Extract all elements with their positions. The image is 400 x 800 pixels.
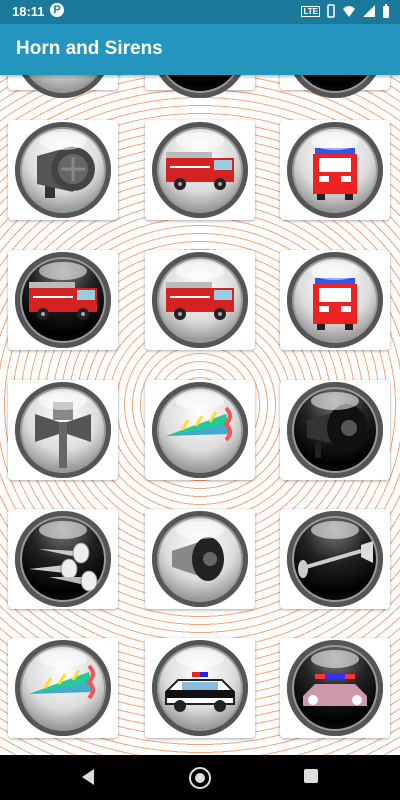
glare-highlight [39, 521, 87, 539]
vibrate-icon [327, 4, 335, 18]
back-icon[interactable] [82, 769, 94, 785]
sound-button-party-horn[interactable] [8, 638, 118, 738]
sound-button-police-car-night[interactable] [280, 638, 390, 738]
sound-button-megaphone[interactable] [145, 509, 255, 609]
sound-button-siren-speaker[interactable] [8, 120, 118, 220]
glare-highlight [39, 650, 87, 668]
sound-button-partial-light[interactable] [8, 75, 118, 98]
sound-button-party-horn[interactable] [145, 380, 255, 480]
glare-highlight [311, 132, 359, 150]
wifi-icon [343, 6, 355, 17]
sound-button-fire-truck-side[interactable] [145, 120, 255, 220]
party-horn-icon [15, 640, 111, 736]
sound-button-fire-truck-side[interactable] [145, 250, 255, 350]
police-car-night-icon [287, 640, 383, 736]
air-horns-icon [15, 511, 111, 607]
status-icons: LTE [301, 4, 390, 18]
glare-highlight [39, 392, 87, 410]
sound-button-pa-speaker-pole[interactable] [8, 380, 118, 480]
glare-highlight [176, 132, 224, 150]
horn-speaker-icon [287, 382, 383, 478]
sound-button-trumpet-horn[interactable] [280, 509, 390, 609]
siren-speaker-icon [15, 122, 111, 218]
partial-light-icon [15, 75, 111, 98]
pa-speaker-pole-icon [15, 382, 111, 478]
recents-icon[interactable] [304, 769, 318, 783]
navigation-bar [0, 755, 400, 800]
battery-icon [383, 4, 389, 18]
glare-highlight [311, 521, 359, 539]
fire-truck-side-icon [152, 252, 248, 348]
p-notification-icon: P [50, 3, 64, 17]
glare-highlight [176, 521, 224, 539]
home-icon[interactable] [189, 767, 211, 789]
glare-highlight [311, 650, 359, 668]
fire-truck-front-icon [287, 252, 383, 348]
glare-highlight [311, 262, 359, 280]
status-bar: 18:11 P LTE [0, 0, 400, 24]
glare-highlight [176, 392, 224, 410]
sound-button-partial-dark[interactable] [145, 75, 255, 98]
sound-button-fire-truck-front[interactable] [280, 250, 390, 350]
sound-button-fire-truck-front[interactable] [280, 120, 390, 220]
app-title: Horn and Sirens [16, 38, 163, 59]
megaphone-icon [152, 511, 248, 607]
sound-button-partial-dark[interactable] [280, 75, 390, 98]
status-time: 18:11 [12, 4, 45, 19]
sound-grid[interactable] [0, 75, 400, 755]
fire-truck-front-icon [287, 122, 383, 218]
partial-dark-icon [152, 75, 248, 98]
signal-icon [363, 5, 375, 17]
glare-highlight [176, 262, 224, 280]
lte-icon: LTE [301, 5, 320, 17]
app-bar: Horn and Sirens [0, 24, 400, 75]
sound-button-police-car[interactable] [145, 638, 255, 738]
fire-truck-side-icon [15, 252, 111, 348]
glare-highlight [39, 262, 87, 280]
sound-button-air-horns[interactable] [8, 509, 118, 609]
sound-button-horn-speaker[interactable] [280, 380, 390, 480]
sound-button-fire-truck-side[interactable] [8, 250, 118, 350]
fire-truck-side-icon [152, 122, 248, 218]
party-horn-icon [152, 382, 248, 478]
glare-highlight [311, 392, 359, 410]
glare-highlight [176, 650, 224, 668]
partial-dark-icon [287, 75, 383, 98]
police-car-icon [152, 640, 248, 736]
trumpet-horn-icon [287, 511, 383, 607]
glare-highlight [39, 132, 87, 150]
